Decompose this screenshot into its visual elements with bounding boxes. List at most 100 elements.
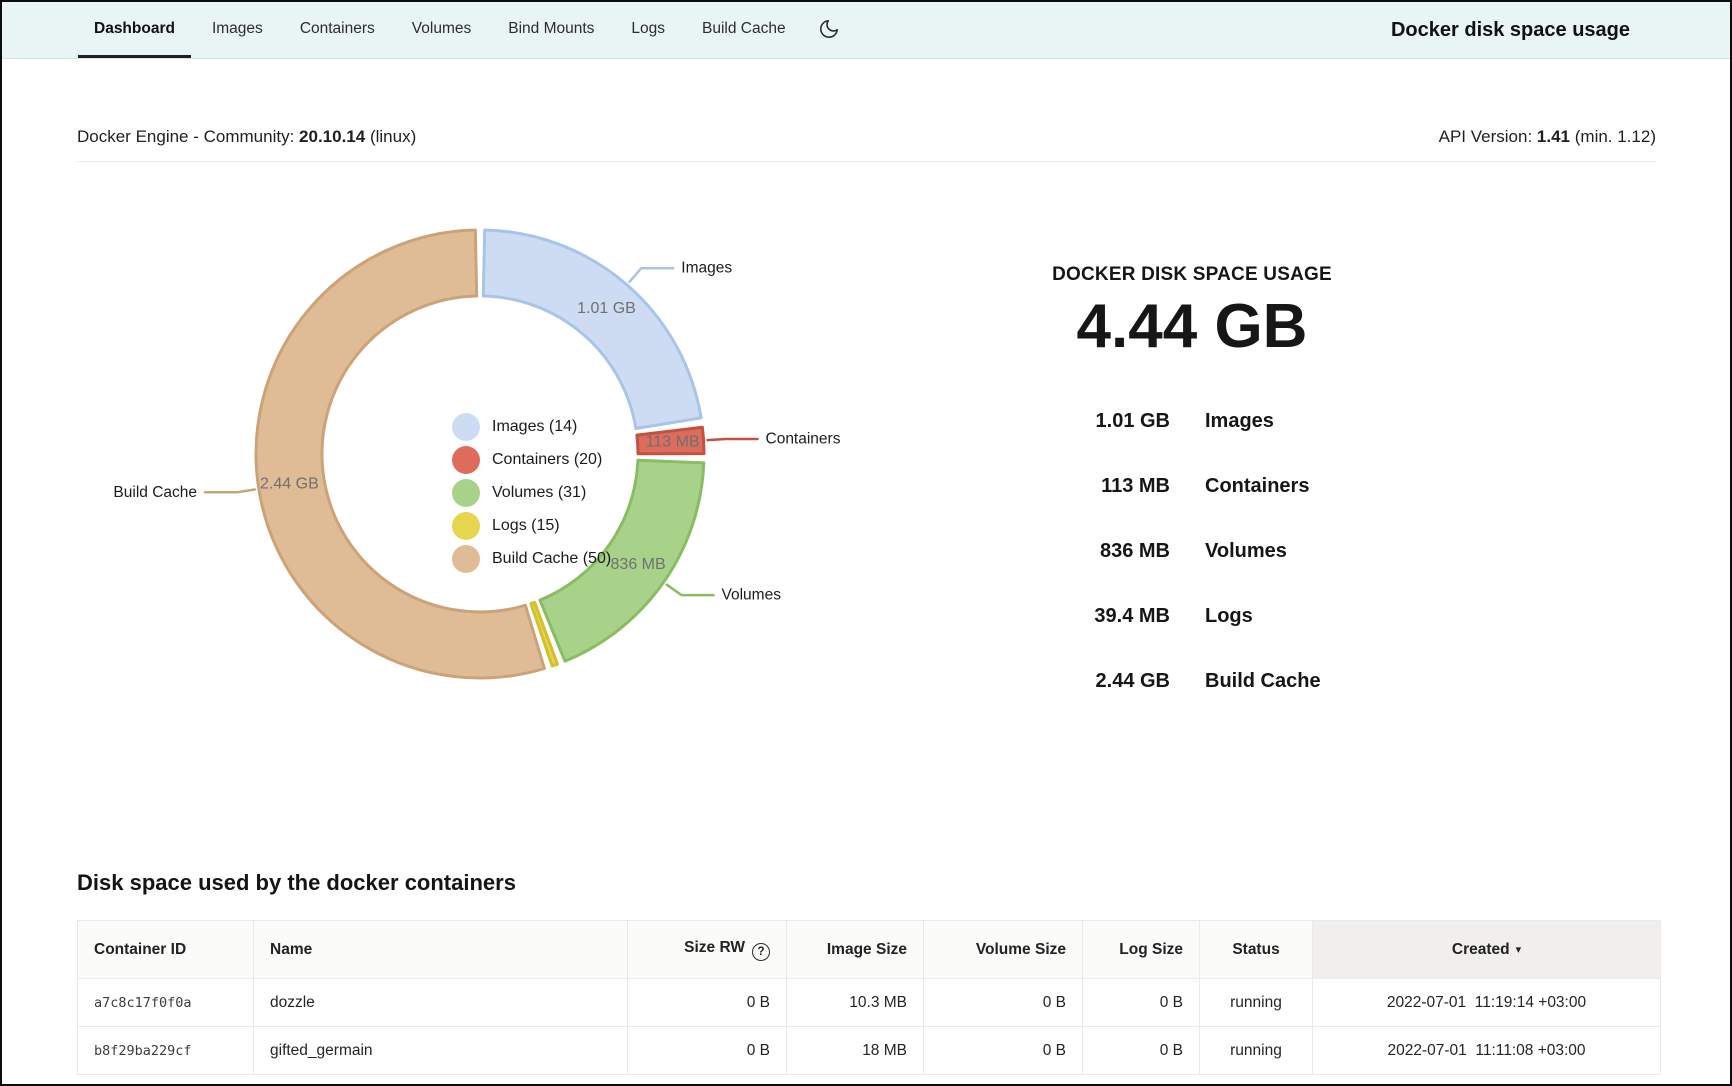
summary-title: DOCKER DISK SPACE USAGE — [960, 263, 1424, 286]
chart-legend: Images (14) Containers (20) Volumes (31) Lo… — [452, 410, 611, 575]
column-header-size-rw[interactable]: Size RW? — [628, 921, 787, 979]
column-header-created[interactable]: Created ▾ — [1313, 921, 1661, 979]
dark-mode-toggle[interactable] — [818, 18, 840, 43]
legend-label: Logs (15) — [492, 517, 560, 535]
engine-version-text: Docker Engine - Community: 20.10.14 (lin… — [77, 127, 416, 147]
summary-category: Images — [1205, 389, 1274, 454]
cell-size_rw: 0 B — [628, 1027, 787, 1075]
legend-dot-containers — [452, 446, 480, 474]
summary-category: Logs — [1205, 584, 1253, 649]
tab-volumes[interactable]: Volumes — [396, 2, 487, 58]
tab-images[interactable]: Images — [196, 2, 279, 58]
column-header-image-size[interactable]: Image Size — [787, 921, 924, 979]
column-header-status[interactable]: Status — [1200, 921, 1313, 979]
containers-section-title: Disk space used by the docker containers — [77, 870, 1656, 896]
tab-dashboard[interactable]: Dashboard — [78, 2, 191, 58]
containers-table: Container ID Name Size RW? Image Size Volume… — [77, 920, 1661, 1075]
cell-created: 2022-07-01 11:19:14 +03:00 — [1313, 979, 1661, 1027]
summary-row-volumes: 836 MB Volumes — [960, 519, 1424, 584]
summary-size: 113 MB — [960, 454, 1170, 519]
tab-containers[interactable]: Containers — [284, 2, 391, 58]
legend-dot-logs — [452, 512, 480, 540]
column-label: Created — [1452, 941, 1510, 958]
legend-dot-volumes — [452, 479, 480, 507]
summary-row-logs: 39.4 MB Logs — [960, 584, 1424, 649]
column-header-name[interactable]: Name — [254, 921, 628, 979]
summary-size: 39.4 MB — [960, 584, 1170, 649]
cell-status: running — [1200, 1027, 1313, 1075]
cell-image_size: 18 MB — [787, 1027, 924, 1075]
cell-id: b8f29ba229cf — [78, 1027, 254, 1075]
table-row: b8f29ba229cfgifted_germain0 B18 MB0 B0 B… — [78, 1027, 1661, 1075]
column-label: Log Size — [1119, 941, 1183, 958]
column-label: Size RW — [684, 939, 745, 956]
cell-log_size: 0 B — [1083, 1027, 1200, 1075]
slice-value-label: 113 MB — [646, 434, 700, 451]
disk-usage-summary: DOCKER DISK SPACE USAGE 4.44 GB 1.01 GBI… — [960, 182, 1424, 714]
legend-item-build-cache[interactable]: Build Cache (50) — [452, 542, 611, 575]
callout-label-containers: Containers — [766, 431, 841, 448]
cell-log_size: 0 B — [1083, 979, 1200, 1027]
column-label: Name — [270, 941, 312, 958]
callout-line-build-cache — [205, 490, 255, 493]
legend-item-containers[interactable]: Containers (20) — [452, 443, 611, 476]
table-header-row: Container ID Name Size RW? Image Size Volume… — [78, 921, 1661, 979]
column-label: Image Size — [827, 941, 907, 958]
cell-created: 2022-07-01 11:11:08 +03:00 — [1313, 1027, 1661, 1075]
tab-logs[interactable]: Logs — [615, 2, 681, 58]
summary-row-images: 1.01 GBImages — [960, 389, 1424, 454]
table-row: a7c8c17f0f0adozzle0 B10.3 MB0 B0 Brunnin… — [78, 979, 1661, 1027]
summary-category: Build Cache — [1205, 649, 1321, 714]
cell-volume_size: 0 B — [924, 1027, 1083, 1075]
legend-label: Volumes (31) — [492, 484, 586, 502]
tab-bind-mounts[interactable]: Bind Mounts — [492, 2, 610, 58]
cell-image_size: 10.3 MB — [787, 979, 924, 1027]
api-version-value: 1.41 — [1537, 127, 1570, 146]
slice-value-label: 1.01 GB — [577, 300, 636, 317]
legend-dot-images — [452, 413, 480, 441]
legend-item-volumes[interactable]: Volumes (31) — [452, 476, 611, 509]
help-icon[interactable]: ? — [752, 943, 770, 961]
summary-row-containers: 113 MB Containers — [960, 454, 1424, 519]
summary-row-build-cache: 2.44 GB Build Cache — [960, 649, 1424, 714]
callout-line-containers — [708, 439, 758, 440]
containers-table-wrap: Container ID Name Size RW? Image Size Volume… — [77, 920, 1656, 1075]
summary-size: 2.44 GB — [960, 649, 1170, 714]
slice-images[interactable] — [483, 230, 701, 429]
legend-label: Build Cache (50) — [492, 550, 611, 568]
legend-label: Containers (20) — [492, 451, 602, 469]
nav-tabs: DashboardImagesContainersVolumesBind Mou… — [78, 2, 802, 58]
legend-item-logs[interactable]: Logs (15) — [452, 509, 611, 542]
engine-version-value: 20.10.14 — [299, 127, 365, 146]
cell-name: gifted_germain — [254, 1027, 628, 1075]
moon-icon — [818, 18, 840, 43]
legend-label: Images (14) — [492, 418, 577, 436]
legend-item-images[interactable]: Images (14) — [452, 410, 611, 443]
app-title: Docker disk space usage — [1391, 19, 1630, 42]
callout-label-images: Images — [681, 260, 732, 277]
column-label: Volume Size — [976, 941, 1066, 958]
summary-total: 4.44 GB — [960, 296, 1424, 358]
legend-dot-build-cache — [452, 545, 480, 573]
api-version-text: API Version: 1.41 (min. 1.12) — [1439, 127, 1656, 147]
sort-desc-icon: ▾ — [1516, 944, 1522, 956]
callout-line-volumes — [667, 585, 714, 595]
column-header-volume-size[interactable]: Volume Size — [924, 921, 1083, 979]
summary-size: 836 MB — [960, 519, 1170, 584]
divider — [77, 161, 1656, 162]
summary-category: Containers — [1205, 454, 1309, 519]
column-label: Status — [1232, 941, 1279, 958]
engine-info-bar: Docker Engine - Community: 20.10.14 (lin… — [77, 127, 1656, 147]
cell-volume_size: 0 B — [924, 979, 1083, 1027]
column-header-container-id[interactable]: Container ID — [78, 921, 254, 979]
summary-category: Volumes — [1205, 519, 1287, 584]
cell-status: running — [1200, 979, 1313, 1027]
callout-label-volumes: Volumes — [722, 587, 782, 604]
slice-value-label: 2.44 GB — [260, 476, 319, 493]
column-header-log-size[interactable]: Log Size — [1083, 921, 1200, 979]
summary-rows: 1.01 GBImages113 MB Containers 836 MB Volum… — [960, 389, 1424, 714]
tab-build-cache[interactable]: Build Cache — [686, 2, 802, 58]
dashboard-area: 1.01 GBImages113 MBContainers836 MBVolum… — [2, 182, 1730, 742]
top-navigation-bar: DashboardImagesContainersVolumesBind Mou… — [2, 2, 1730, 59]
cell-name: dozzle — [254, 979, 628, 1027]
